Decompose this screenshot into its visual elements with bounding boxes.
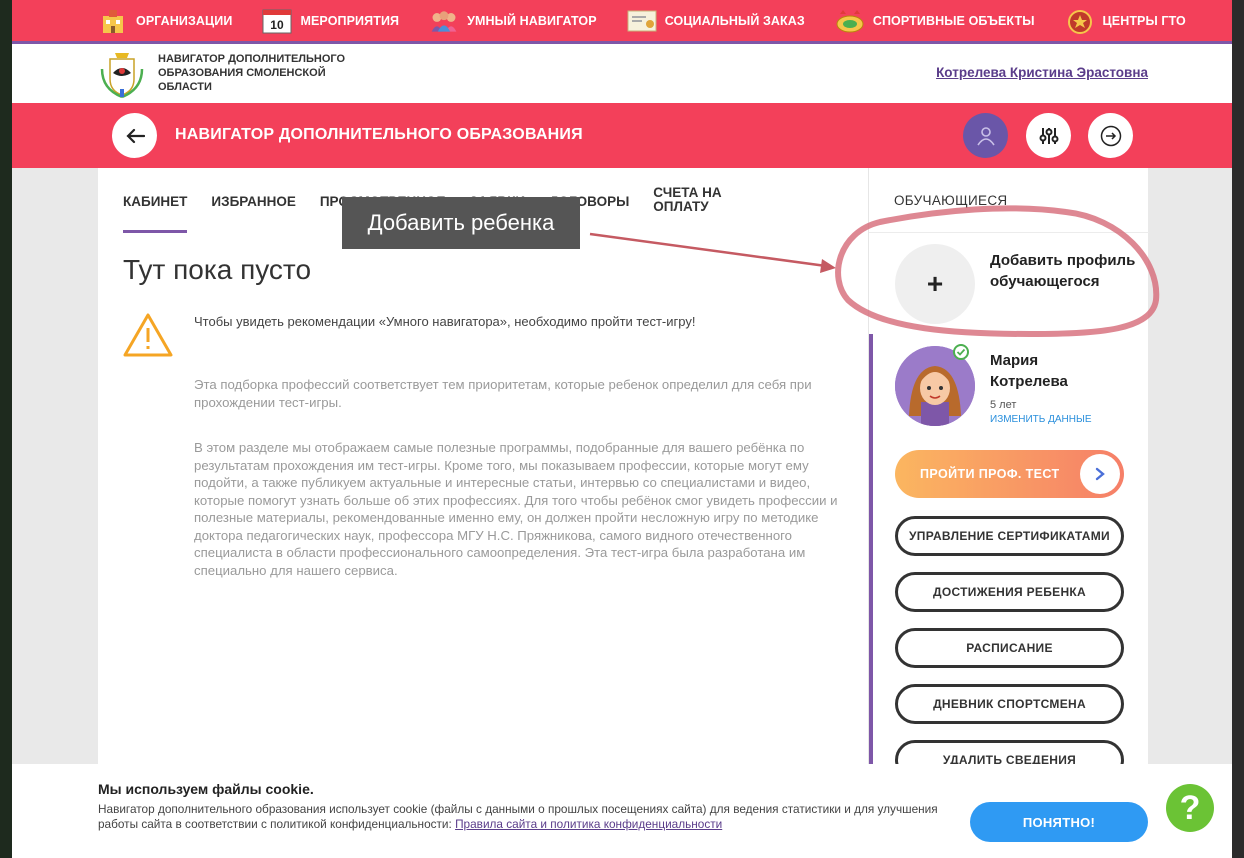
prof-test-label: ПРОЙТИ ПРОФ. ТЕСТ [920,467,1060,481]
user-icon [976,126,995,145]
active-child-indicator [869,334,873,774]
child-age: 5 лет [990,399,1017,411]
gto-badge-icon [1065,7,1095,35]
nav-item-label: СОЦИАЛЬНЫЙ ЗАКАЗ [664,13,805,28]
page-title-bar: НАВИГАТОР ДОПОЛНИТЕЛЬНОГО ОБРАЗОВАНИЯ [12,103,1232,168]
help-button[interactable]: ? [1166,784,1214,832]
people-icon [429,7,459,35]
nav-item-label: УМНЫЙ НАВИГАТОР [467,13,597,28]
settings-button[interactable] [1026,113,1071,158]
nav-item-events[interactable]: 10 МЕРОПРИЯТИЯ [262,7,399,35]
stadium-icon [835,7,865,35]
certificate-icon [627,7,657,35]
user-profile-link[interactable]: Котрелева Кристина Эрастовна [936,65,1148,80]
calendar-icon: 10 [262,7,292,35]
athlete-diary-button[interactable]: ДНЕВНИК СПОРТСМЕНА [895,684,1124,724]
tab-cabinet[interactable]: КАБИНЕТ [123,186,188,233]
nav-item-smart-navigator[interactable]: УМНЫЙ НАВИГАТОР [429,7,597,35]
description-paragraph-1: Эта подборка профессий соответствует тем… [194,377,812,410]
empty-state-title: Тут пока пусто [123,254,312,285]
nav-item-label: ОРГАНИЗАЦИИ [136,13,233,28]
child-name: Мария Котрелева [990,352,1068,390]
sliders-icon [1039,127,1058,144]
back-button[interactable] [112,113,157,158]
nav-item-label: ЦЕНТРЫ ГТО [1102,13,1186,28]
nav-item-organizations[interactable]: ОРГАНИЗАЦИИ [98,7,232,35]
chevron-right-icon [1080,454,1120,494]
nav-item-label: СПОРТИВНЫЕ ОБЪЕКТЫ [872,13,1035,28]
add-student-button[interactable]: + [895,244,975,324]
manage-certificates-button[interactable]: УПРАВЛЕНИЕ СЕРТИФИКАТАМИ [895,516,1124,556]
tab-invoices[interactable]: СЧЕТА НА ОПЛАТУ [653,186,743,233]
verified-check-icon [953,344,969,360]
user-button[interactable] [963,113,1008,158]
org-name: НАВИГАТОР ДОПОЛНИТЕЛЬНОГО ОБРАЗОВАНИЯ СМ… [158,53,346,93]
arrow-circle-right-icon [1100,125,1121,146]
tab-favorites[interactable]: ИЗБРАННОЕ [211,186,295,233]
nav-item-social-order[interactable]: СОЦИАЛЬНЫЙ ЗАКАЗ [627,7,805,35]
add-student-label[interactable]: Добавить профиль обучающегося [990,250,1140,292]
arrow-left-icon [125,128,145,143]
cabinet-content: КАБИНЕТ ИЗБРАННОЕ ПРОСМОТРЕННОЕ ЗАЯВКИ Д… [98,168,868,768]
cookie-text: Навигатор дополнительного образования ис… [98,802,968,832]
sidebar-heading: ОБУЧАЮЩИЕСЯ [894,193,1008,208]
students-sidebar: ОБУЧАЮЩИЕСЯ + Добавить профиль обучающег… [868,168,1149,780]
calendar-day-text: 10 [271,18,285,32]
logout-button[interactable] [1088,113,1133,158]
cookie-title: Мы используем файлы cookie. [98,781,314,797]
warning-text: Чтобы увидеть рекомендации «Умного навиг… [194,314,696,329]
nav-item-label: МЕРОПРИЯТИЯ [300,13,400,28]
warning-icon [122,312,174,358]
add-child-tooltip: Добавить ребенка [342,197,580,249]
privacy-policy-link[interactable]: Правила сайта и политика конфиденциально… [455,817,722,831]
smolensk-crest-logo[interactable] [98,49,146,99]
prof-test-button[interactable]: ПРОЙТИ ПРОФ. ТЕСТ [895,450,1124,498]
top-nav: ОРГАНИЗАЦИИ 10 МЕРОПРИЯТИЯ УМНЫЙ НАВИГАТ… [12,0,1232,44]
description-paragraph-2: В этом разделе мы отображаем самые полез… [194,440,838,578]
cookie-banner: Мы используем файлы cookie. Навигатор до… [12,764,1232,858]
nav-item-sports-facilities[interactable]: СПОРТИВНЫЕ ОБЪЕКТЫ [835,7,1035,35]
edit-child-link[interactable]: ИЗМЕНИТЬ ДАННЫЕ [990,414,1092,425]
schedule-button[interactable]: РАСПИСАНИЕ [895,628,1124,668]
desktop-edge-left [0,0,12,858]
nav-item-gto-centers[interactable]: ЦЕНТРЫ ГТО [1065,7,1186,35]
site-header: НАВИГАТОР ДОПОЛНИТЕЛЬНОГО ОБРАЗОВАНИЯ СМ… [12,44,1232,103]
cookie-accept-button[interactable]: ПОНЯТНО! [970,802,1148,842]
desktop-edge-right [1232,0,1244,858]
divider [869,232,1149,233]
page: ОРГАНИЗАЦИИ 10 МЕРОПРИЯТИЯ УМНЫЙ НАВИГАТ… [12,0,1232,858]
child-achievements-button[interactable]: ДОСТИЖЕНИЯ РЕБЕНКА [895,572,1124,612]
page-title: НАВИГАТОР ДОПОЛНИТЕЛЬНОГО ОБРАЗОВАНИЯ [175,126,583,143]
building-icon [98,7,128,35]
